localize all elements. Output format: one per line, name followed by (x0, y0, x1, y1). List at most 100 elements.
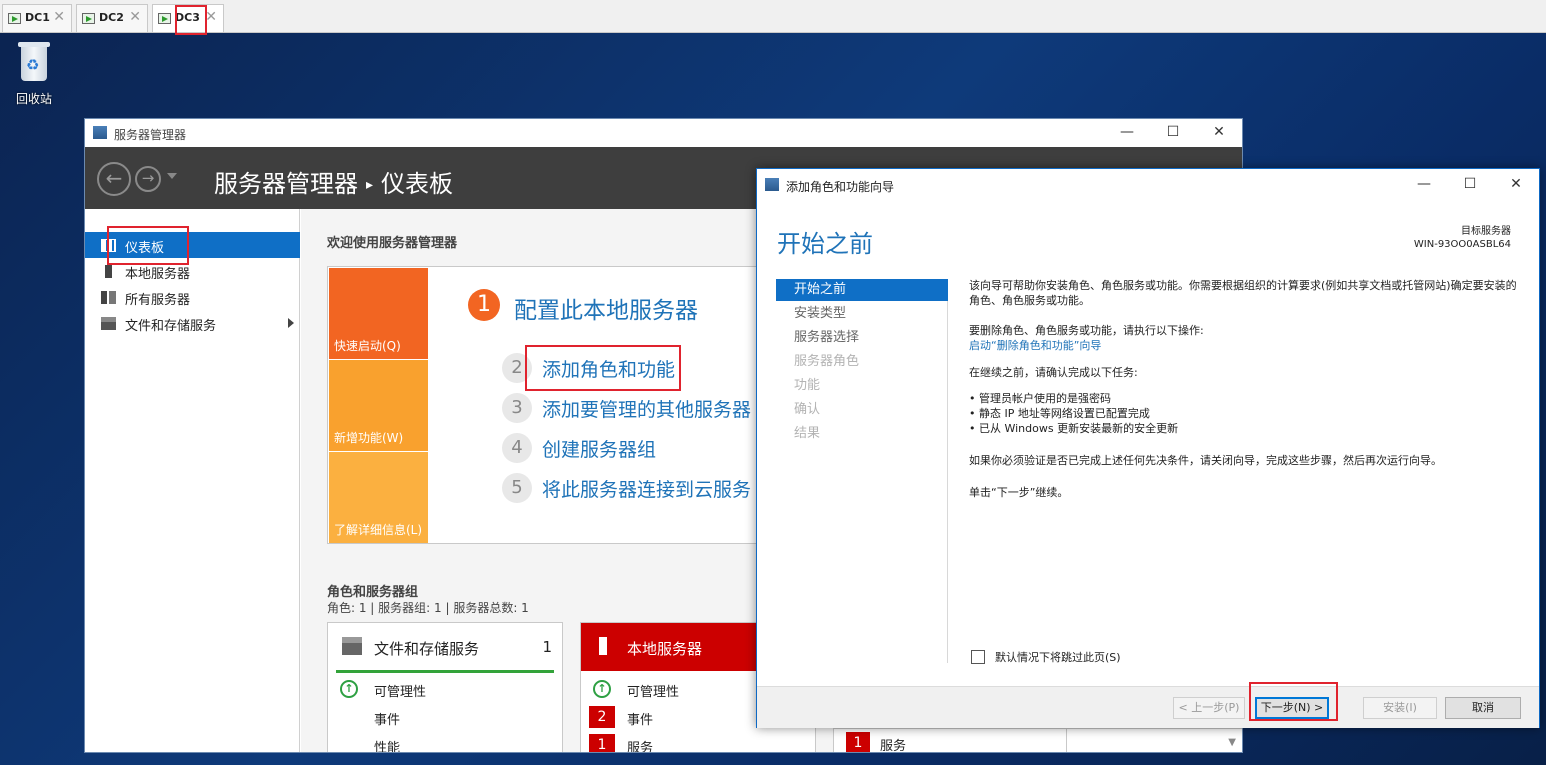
recycle-bin[interactable]: ♻ 回收站 (8, 40, 60, 107)
remove-instructions: 要删除角色、角色服务或功能，请执行以下操作: (969, 324, 1204, 337)
scrollbar[interactable]: ▼ (1066, 729, 1242, 752)
tile-row[interactable]: 1 服务 (581, 731, 815, 752)
whats-new-tile[interactable]: 新增功能(W) (329, 360, 428, 451)
skip-page-label: 默认情况下将跳过此页(S) (995, 651, 1121, 664)
prereq-item: • 静态 IP 地址等网络设置已配置完成 (969, 407, 1150, 420)
target-server-value: WIN-93OO0ASBL64 (1413, 239, 1511, 250)
remove-wizard-link[interactable]: 启动“删除角色和功能”向导 (969, 338, 1525, 353)
alert-count-badge: 1 (846, 732, 870, 752)
maximize-button[interactable]: ☐ (1150, 119, 1196, 147)
alert-count-badge: 1 (589, 734, 615, 752)
learn-more-label: 了解详细信息(L) (334, 523, 423, 537)
cancel-button[interactable]: 取消 (1445, 697, 1521, 719)
close-button[interactable]: ✕ (1493, 169, 1539, 199)
add-roles-wizard: 添加角色和功能向导 — ☐ ✕ 开始之前 目标服务器 WIN-93OO0ASBL… (756, 168, 1540, 728)
install-button[interactable]: 安装(I) (1363, 697, 1437, 719)
continue-text: 单击“下一步”继续。 (969, 486, 1069, 499)
highlight-box (1249, 682, 1338, 721)
tile-row-label: 服务 (880, 739, 907, 753)
sidebar-item-all-servers[interactable]: 所有服务器 (85, 284, 300, 310)
step-link[interactable]: 配置此本地服务器 (514, 291, 698, 325)
servers-icon (101, 291, 116, 304)
vm-icon (8, 13, 21, 24)
breadcrumb-separator: ▸ (366, 177, 374, 193)
nav-item-before-you-begin[interactable]: 开始之前 (776, 279, 948, 301)
server-icon (599, 637, 607, 655)
target-server-label: 目标服务器 (1461, 226, 1511, 237)
wizard-footer: < 上一步(P) 下一步(N) > 安装(I) 取消 (757, 686, 1539, 728)
skip-page-checkbox[interactable] (971, 650, 985, 664)
role-tile-file-storage[interactable]: 文件和存储服务 1 ↑ 可管理性 事件 性能 (327, 622, 563, 752)
vm-tab-dc2[interactable]: DC2 ✕ (76, 4, 148, 32)
quick-start-panel: 快速启动(Q) 新增功能(W) 了解详细信息(L) 1 配置此本地服务器 2 添… (327, 266, 767, 544)
step-link[interactable]: 添加要管理的其他服务器 (542, 395, 751, 422)
learn-more-tile[interactable]: 了解详细信息(L) (329, 452, 428, 543)
vm-tab-bar: DC1 ✕ DC2 ✕ DC3 ✕ (0, 0, 1546, 33)
tile-row-label: 可管理性 (627, 685, 680, 700)
sidebar-item-file-storage[interactable]: 文件和存储服务 (85, 310, 300, 336)
sidebar-item-label: 文件和存储服务 (125, 319, 217, 334)
file-storage-icon (342, 637, 362, 655)
minimize-button[interactable]: — (1401, 169, 1447, 199)
quick-start-tile[interactable]: 快速启动(Q) (329, 268, 428, 359)
window-title: 添加角色和功能向导 (786, 180, 895, 194)
status-bar (336, 670, 554, 673)
close-icon[interactable]: ✕ (129, 9, 141, 25)
roles-heading: 角色和服务器组 (327, 585, 419, 600)
sidebar: 仪表板 本地服务器 所有服务器 文件和存储服务 (85, 209, 300, 752)
target-server: 目标服务器 WIN-93OO0ASBL64 (1414, 225, 1511, 251)
tile-row-label: 可管理性 (374, 685, 427, 700)
minimize-button[interactable]: — (1104, 119, 1150, 147)
chevron-down-icon[interactable] (167, 173, 177, 179)
server-icon (105, 265, 112, 278)
nav-item-results: 结果 (794, 426, 821, 441)
nav-item-server-selection[interactable]: 服务器选择 (776, 327, 948, 349)
step-link[interactable]: 将此服务器连接到云服务 (542, 475, 751, 502)
highlight-box (525, 345, 681, 391)
window-title: 服务器管理器 (114, 128, 187, 142)
step-number: 3 (502, 393, 532, 423)
tile-row[interactable]: 事件 (328, 703, 562, 731)
breadcrumb-app[interactable]: 服务器管理器 (214, 170, 358, 198)
page-title: 开始之前 (777, 230, 873, 258)
alert-count-badge: 2 (589, 706, 615, 728)
whats-new-label: 新增功能(W) (334, 431, 404, 445)
forward-arrow-icon[interactable]: → (135, 166, 161, 192)
nav-item-features: 功能 (794, 378, 821, 393)
sidebar-item-label: 本地服务器 (125, 267, 191, 282)
step-number: 1 (468, 289, 500, 321)
tile-header[interactable]: 文件和存储服务 1 (328, 623, 562, 671)
nav-item-server-roles: 服务器角色 (794, 354, 860, 369)
step-number: 5 (502, 473, 532, 503)
tile-row[interactable]: ↑ 可管理性 (328, 675, 562, 703)
quick-start-label: 快速启动(Q) (334, 339, 401, 353)
tile-count: 1 (542, 638, 552, 656)
verify-text: 如果你必须验证是否已完成上述任何先决条件，请关闭向导，完成这些步骤，然后再次运行… (969, 454, 1442, 467)
chevron-down-icon[interactable]: ▼ (1228, 737, 1236, 748)
nav-item-installation-type[interactable]: 安装类型 (776, 303, 948, 325)
breadcrumb: 服务器管理器 ▸ 仪表板 (214, 164, 453, 199)
highlight-box (175, 5, 207, 35)
prereq-heading: 在继续之前，请确认完成以下任务: (969, 366, 1138, 379)
vm-tab-dc1[interactable]: DC1 ✕ (2, 4, 72, 32)
step-link[interactable]: 创建服务器组 (542, 435, 656, 462)
sidebar-item-label: 所有服务器 (125, 293, 191, 308)
maximize-button[interactable]: ☐ (1447, 169, 1493, 199)
tile-row[interactable]: 性能 (328, 731, 562, 752)
back-arrow-icon[interactable]: ← (97, 162, 131, 196)
previous-button[interactable]: < 上一步(P) (1173, 697, 1245, 719)
close-icon[interactable]: ✕ (53, 9, 65, 25)
tile-title: 文件和存储服务 (374, 640, 480, 658)
roles-summary: 角色: 1 | 服务器组: 1 | 服务器总数: 1 (327, 601, 529, 615)
vm-icon (158, 13, 171, 24)
nav-item-confirmation: 确认 (794, 402, 821, 417)
tile-title: 本地服务器 (627, 640, 703, 658)
chevron-right-icon[interactable] (288, 318, 294, 328)
prereq-item: • 已从 Windows 更新安装最新的安全更新 (969, 422, 1179, 435)
role-tile-partial[interactable]: 1 服务 ▼ (833, 728, 1242, 753)
welcome-heading: 欢迎使用服务器管理器 (327, 236, 458, 251)
close-button[interactable]: ✕ (1196, 119, 1242, 147)
file-storage-icon (101, 317, 116, 330)
tile-row-label: 事件 (627, 713, 654, 728)
close-icon[interactable]: ✕ (205, 9, 217, 25)
